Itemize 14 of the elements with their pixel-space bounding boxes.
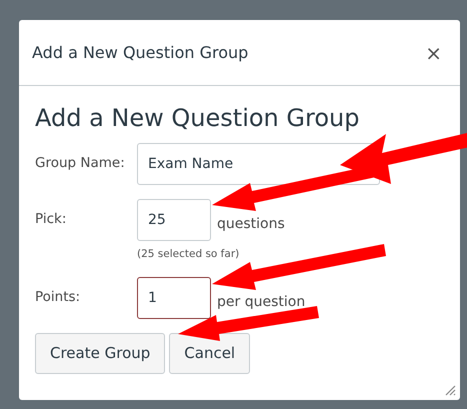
unit-label: per question xyxy=(217,292,306,312)
close-button[interactable]: × xyxy=(421,42,446,62)
cancel-button[interactable]: Cancel xyxy=(169,332,250,374)
field-label: Points: xyxy=(35,288,82,307)
input-field[interactable]: 1 xyxy=(137,276,211,319)
create-button[interactable]: Create Group xyxy=(35,332,166,374)
resize-grip-icon[interactable] xyxy=(444,384,456,396)
input-field[interactable]: 25 xyxy=(137,198,211,241)
dialog-title: Add a New Question Group xyxy=(32,42,248,64)
field-label: Pick: xyxy=(35,210,68,229)
unit-label: questions xyxy=(217,214,285,234)
hint-text: (25 selected so far) xyxy=(137,246,240,262)
field-label: Group Name: xyxy=(35,154,126,173)
dialog-heading: Add a New Question Group xyxy=(35,104,360,133)
